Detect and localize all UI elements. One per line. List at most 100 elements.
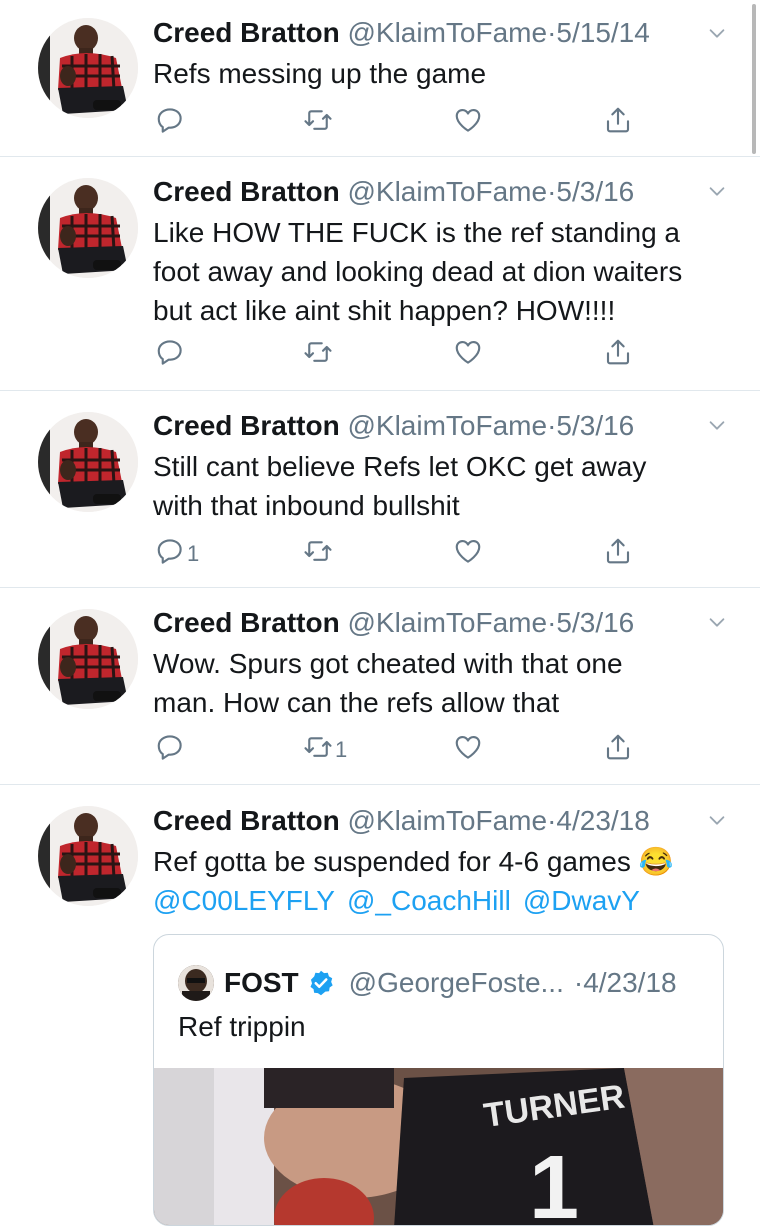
- separator-dot: ·: [573, 967, 584, 998]
- tweet-text-line: but act like aint shit happen? HOW!!!!: [153, 295, 616, 326]
- user-handle[interactable]: @KlaimToFame: [347, 176, 547, 207]
- tweet-text-line: Like HOW THE FUCK is the ref standing a: [153, 217, 680, 248]
- chevron-down-icon[interactable]: [706, 414, 728, 436]
- chevron-down-icon[interactable]: [706, 611, 728, 633]
- reply-button[interactable]: [155, 340, 187, 370]
- reply-button[interactable]: [155, 108, 187, 138]
- like-button[interactable]: [453, 340, 485, 370]
- reply-icon: [155, 536, 185, 572]
- avatar[interactable]: [38, 18, 138, 118]
- share-button[interactable]: [603, 536, 633, 572]
- avatar[interactable]: [38, 178, 138, 278]
- tweet-header: Creed Bratton @KlaimToFame·5/3/16: [153, 409, 634, 443]
- retweet-icon: [303, 337, 333, 373]
- tweet-text: Like HOW THE FUCK is the ref standing a …: [153, 213, 738, 330]
- tweet-header: Creed Bratton @KlaimToFame·5/3/16: [153, 175, 634, 209]
- tweet-actions: [153, 105, 643, 141]
- reply-count: 1: [187, 541, 200, 566]
- tweet[interactable]: Creed Bratton @KlaimToFame·5/3/16 Wow. S…: [0, 587, 760, 785]
- retweet-icon: [303, 536, 333, 572]
- separator-dot: ·: [547, 17, 557, 48]
- mentions-line: @C00LEYFLY @_CoachHill @DwavY: [153, 881, 738, 920]
- tweet-text-line: foot away and looking dead at dion waite…: [153, 256, 683, 287]
- quoted-tweet-date[interactable]: 4/23/18: [583, 967, 676, 999]
- user-handle[interactable]: @KlaimToFame: [347, 607, 547, 638]
- tweet-header: Creed Bratton @KlaimToFame·5/15/14: [153, 16, 650, 50]
- tweet-date[interactable]: 4/23/18: [556, 805, 649, 836]
- quoted-tweet-header: FOST @GeorgeFoste... · 4/23/18: [178, 965, 677, 1001]
- tweet-text-line: with that inbound bullshit: [153, 490, 460, 521]
- separator-dot: ·: [547, 176, 557, 207]
- tweet-actions: [153, 337, 643, 373]
- avatar[interactable]: [38, 609, 138, 709]
- chevron-down-icon[interactable]: [706, 809, 728, 831]
- user-handle[interactable]: @KlaimToFame: [347, 410, 547, 441]
- retweet-icon: [303, 732, 333, 768]
- tweet-header: Creed Bratton @KlaimToFame·5/3/16: [153, 606, 634, 640]
- jersey-number: 1: [529, 1138, 579, 1226]
- mention-link[interactable]: @DwavY: [523, 885, 640, 916]
- quoted-user-handle[interactable]: @GeorgeFoste...: [349, 967, 564, 999]
- share-button[interactable]: [603, 337, 633, 373]
- user-handle[interactable]: @KlaimToFame: [347, 805, 547, 836]
- share-button[interactable]: [603, 105, 633, 141]
- user-name[interactable]: Creed Bratton: [153, 17, 340, 48]
- tweet-actions: 1: [153, 536, 643, 572]
- user-handle[interactable]: @KlaimToFame: [347, 17, 547, 48]
- tweet[interactable]: Creed Bratton @KlaimToFame·5/3/16 Still …: [0, 390, 760, 588]
- retweet-button[interactable]: 1: [303, 735, 347, 765]
- reply-icon: [155, 105, 185, 141]
- quoted-tweet[interactable]: FOST @GeorgeFoste... · 4/23/18 Ref trippi…: [153, 934, 724, 1226]
- retweet-icon: [303, 105, 333, 141]
- quoted-video-thumbnail[interactable]: TURNER 1: [154, 1068, 723, 1226]
- tweet-text: Wow. Spurs got cheated with that one man…: [153, 644, 738, 722]
- share-icon: [603, 732, 633, 768]
- tweet-text: Refs messing up the game: [153, 54, 738, 93]
- separator-dot: ·: [547, 805, 557, 836]
- tweet-text-line: man. How can the refs allow that: [153, 687, 560, 718]
- retweet-button[interactable]: [303, 340, 335, 370]
- like-icon: [453, 732, 483, 768]
- user-name[interactable]: Creed Bratton: [153, 176, 340, 207]
- user-name[interactable]: Creed Bratton: [153, 805, 340, 836]
- tweet-date[interactable]: 5/3/16: [556, 607, 634, 638]
- user-name[interactable]: Creed Bratton: [153, 410, 340, 441]
- tweet-date[interactable]: 5/3/16: [556, 176, 634, 207]
- user-name[interactable]: Creed Bratton: [153, 607, 340, 638]
- reply-button[interactable]: 1: [155, 539, 199, 569]
- tweet-text: Still cant believe Refs let OKC get away…: [153, 447, 738, 525]
- retweet-button[interactable]: [303, 108, 335, 138]
- share-button[interactable]: [603, 732, 633, 768]
- chevron-down-icon[interactable]: [706, 180, 728, 202]
- share-icon: [603, 536, 633, 572]
- chevron-down-icon[interactable]: [706, 22, 728, 44]
- tweet[interactable]: Creed Bratton @KlaimToFame·5/3/16 Like H…: [0, 156, 760, 391]
- reply-icon: [155, 732, 185, 768]
- quoted-avatar[interactable]: [178, 965, 214, 1001]
- tweet-text-line: Wow. Spurs got cheated with that one: [153, 648, 623, 679]
- separator-dot: ·: [547, 410, 557, 441]
- like-button[interactable]: [453, 108, 485, 138]
- mention-link[interactable]: @C00LEYFLY: [153, 885, 335, 916]
- avatar[interactable]: [38, 806, 138, 906]
- quoted-tweet-text: Ref trippin: [178, 1011, 306, 1042]
- quoted-user-name[interactable]: FOST: [224, 967, 299, 999]
- reply-icon: [155, 337, 185, 373]
- retweet-button[interactable]: [303, 539, 335, 569]
- separator-dot: ·: [547, 607, 557, 638]
- tweet-date[interactable]: 5/3/16: [556, 410, 634, 441]
- tweet-text-line: Still cant believe Refs let OKC get away: [153, 451, 647, 482]
- like-button[interactable]: [453, 539, 485, 569]
- share-icon: [603, 105, 633, 141]
- retweet-count: 1: [335, 737, 348, 762]
- tweet-text-line: Ref gotta be suspended for 4-6 games 😂: [153, 846, 674, 877]
- avatar[interactable]: [38, 412, 138, 512]
- tweet[interactable]: Creed Bratton @KlaimToFame·5/15/14 Refs …: [0, 0, 760, 157]
- tweet-text: Ref gotta be suspended for 4-6 games 😂 @…: [153, 842, 738, 920]
- tweet-actions: 1: [153, 732, 643, 768]
- share-icon: [603, 337, 633, 373]
- tweet-date[interactable]: 5/15/14: [556, 17, 649, 48]
- mention-link[interactable]: @_CoachHill: [347, 885, 511, 916]
- reply-button[interactable]: [155, 735, 187, 765]
- like-button[interactable]: [453, 735, 485, 765]
